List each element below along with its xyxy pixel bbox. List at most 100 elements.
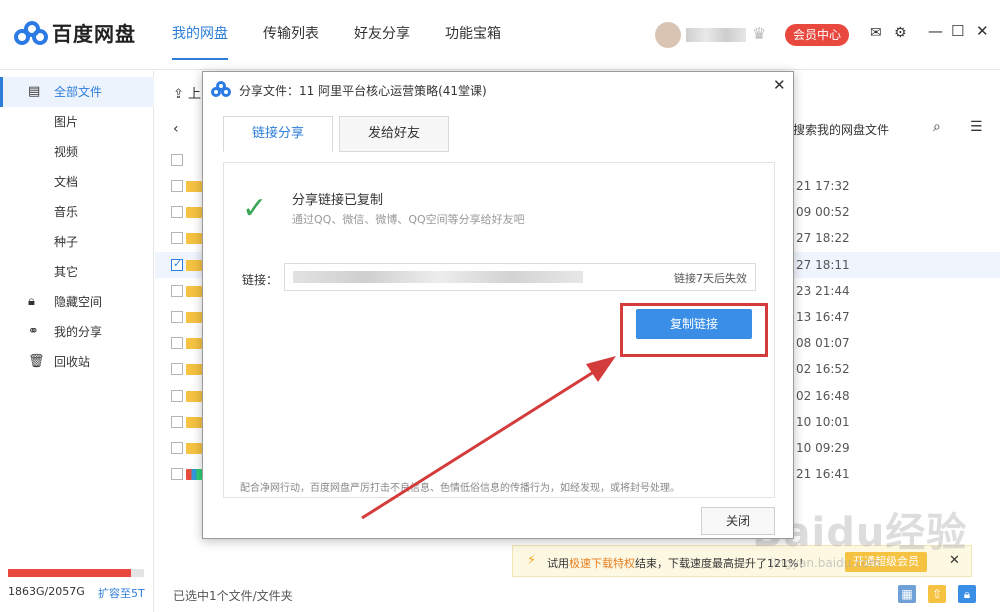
sidebar-item-label: 种子 xyxy=(54,235,79,249)
status-text: 已选中1个文件/文件夹 xyxy=(173,589,293,603)
upgrade-icon[interactable]: ⇧ xyxy=(928,585,946,603)
notice-prefix: 试用 xyxy=(547,557,569,570)
close-icon[interactable]: ✕ xyxy=(773,76,786,94)
sidebar-item-label: 我的分享 xyxy=(54,325,103,339)
modified-time: 09 00:52 xyxy=(796,205,850,220)
user-name-blurred[interactable] xyxy=(686,28,746,42)
sidebar-item-all-files[interactable]: ▤ 全部文件 xyxy=(0,77,154,107)
footer-note: 配合净网行动，百度网盘严厉打击不良信息、色情低俗信息的传播行为，如经发现，或将封… xyxy=(240,483,680,494)
row-checkbox[interactable] xyxy=(171,284,183,297)
modified-time: 02 16:48 xyxy=(796,388,850,403)
sidebar-item-torrents[interactable]: 种子 xyxy=(0,227,154,257)
sidebar-item-label: 隐藏空间 xyxy=(54,295,103,309)
back-icon[interactable]: ‹ xyxy=(173,121,179,137)
sidebar-item-recycle-bin[interactable]: 🗑︎ 回收站 xyxy=(0,347,154,377)
modified-time: 08 01:07 xyxy=(796,336,850,351)
check-icon: ✓ xyxy=(242,191,268,226)
share-link-blurred xyxy=(293,271,583,283)
modified-time: 23 21:44 xyxy=(796,283,850,298)
select-all-checkbox[interactable] xyxy=(171,154,183,166)
lock-icon[interactable]: 🔒︎ xyxy=(958,585,976,603)
close-window-icon[interactable]: ✕ xyxy=(976,22,989,40)
maximize-icon[interactable]: ☐ xyxy=(951,22,964,40)
search-icon[interactable]: ⌕ xyxy=(933,119,941,135)
row-checkbox[interactable] xyxy=(171,337,183,350)
row-checkbox[interactable] xyxy=(171,363,183,376)
folder-icon xyxy=(186,390,202,402)
row-checkbox[interactable] xyxy=(171,442,183,454)
row-checkbox[interactable] xyxy=(171,389,183,402)
modified-time: 21 16:41 xyxy=(796,467,850,482)
row-checkbox[interactable] xyxy=(171,206,183,219)
row-checkbox[interactable] xyxy=(171,415,183,428)
modified-time: 10 09:29 xyxy=(796,441,850,455)
main-nav: 我的网盘 传输列表 好友分享 功能宝箱 xyxy=(172,0,536,70)
app-logo[interactable]: 百度网盘 xyxy=(12,18,136,47)
tab-send-friends[interactable]: 发给好友 xyxy=(339,116,449,152)
nav-my-disk[interactable]: 我的网盘 xyxy=(172,0,228,60)
watermark-url: jingyan.baidu.com xyxy=(770,556,881,570)
storage-bar xyxy=(8,569,144,577)
row-checkbox[interactable] xyxy=(171,311,183,323)
cloud-logo-icon xyxy=(12,19,48,47)
close-button[interactable]: 关闭 xyxy=(701,507,775,535)
folder-icon xyxy=(186,285,202,297)
folder-icon xyxy=(186,338,202,350)
share-link-field[interactable]: 链接7天后失效 xyxy=(284,263,756,291)
trash-icon: 🗑︎ xyxy=(28,354,45,369)
archive-icon xyxy=(186,469,202,481)
minimize-icon[interactable]: — xyxy=(928,22,943,40)
folder-icon xyxy=(186,364,202,376)
upload-icon: ⇪ xyxy=(173,87,184,102)
sidebar-item-my-share[interactable]: ⚭ 我的分享 xyxy=(0,317,154,347)
modified-time: 27 18:11 xyxy=(796,257,850,272)
crown-icon[interactable]: ♛ xyxy=(752,24,766,43)
row-checkbox[interactable] xyxy=(171,468,183,481)
modified-time: 27 18:22 xyxy=(796,231,850,246)
lightning-icon: ⚡ xyxy=(527,553,537,568)
sidebar-item-label: 音乐 xyxy=(54,205,79,219)
list-view-icon[interactable]: ☰ xyxy=(970,119,983,135)
notice-highlight[interactable]: 极速下载特权 xyxy=(569,557,635,570)
cloud-logo-icon xyxy=(211,81,231,97)
row-checkbox[interactable] xyxy=(171,180,183,192)
sidebar-item-label: 文档 xyxy=(54,175,79,189)
folder-icon xyxy=(186,181,202,192)
sidebar-item-label: 回收站 xyxy=(54,355,91,369)
mail-icon[interactable]: ✉ xyxy=(870,25,882,41)
folder-icon xyxy=(186,416,202,428)
folder-icon xyxy=(186,259,202,271)
sidebar-item-hidden-space[interactable]: 🔒︎ 隐藏空间 xyxy=(0,287,154,317)
sidebar-item-label: 视频 xyxy=(54,145,79,159)
row-checkbox[interactable] xyxy=(171,232,183,245)
top-bar: 百度网盘 我的网盘 传输列表 好友分享 功能宝箱 ♛ 会员中心 ✉ ⚙ — ☐ … xyxy=(0,0,1000,70)
tab-link-share[interactable]: 链接分享 xyxy=(223,116,333,152)
lock-icon: 🔒︎ xyxy=(28,294,35,309)
user-avatar[interactable] xyxy=(655,22,681,48)
modified-time: 02 16:52 xyxy=(796,362,850,377)
search-input[interactable]: 搜索我的网盘文件 xyxy=(793,121,889,138)
success-subtitle: 通过QQ、微信、微博、QQ空间等分享给好友吧 xyxy=(292,213,525,226)
nav-toolbox[interactable]: 功能宝箱 xyxy=(445,0,501,70)
nav-friend-share[interactable]: 好友分享 xyxy=(354,0,410,70)
file-icon: ▤ xyxy=(28,84,41,99)
sidebar-item-images[interactable]: 图片 xyxy=(0,107,154,137)
upload-button[interactable]: ⇪ 上 xyxy=(173,83,201,102)
dialog-title: 分享文件：11 阿里平台核心运营策略(41堂课) xyxy=(239,84,487,98)
gear-icon[interactable]: ⚙ xyxy=(894,25,907,41)
app-name: 百度网盘 xyxy=(52,22,136,46)
link-label: 链接： xyxy=(242,273,279,287)
modified-time: 21 17:32 xyxy=(796,179,850,193)
expand-storage-link[interactable]: 扩容至5T xyxy=(98,585,145,601)
grid-view-icon[interactable]: ▦ xyxy=(898,585,916,603)
nav-transfer-list[interactable]: 传输列表 xyxy=(263,0,319,70)
modified-time: 13 16:47 xyxy=(796,310,850,324)
share-icon: ⚭ xyxy=(28,324,39,339)
sidebar-item-docs[interactable]: 文档 xyxy=(0,167,154,197)
sidebar-item-others[interactable]: 其它 xyxy=(0,257,154,287)
vip-center-button[interactable]: 会员中心 xyxy=(785,24,849,46)
sidebar-item-music[interactable]: 音乐 xyxy=(0,197,154,227)
row-checkbox[interactable] xyxy=(171,257,183,271)
sidebar-item-label: 全部文件 xyxy=(54,85,103,99)
sidebar-item-videos[interactable]: 视频 xyxy=(0,137,154,167)
